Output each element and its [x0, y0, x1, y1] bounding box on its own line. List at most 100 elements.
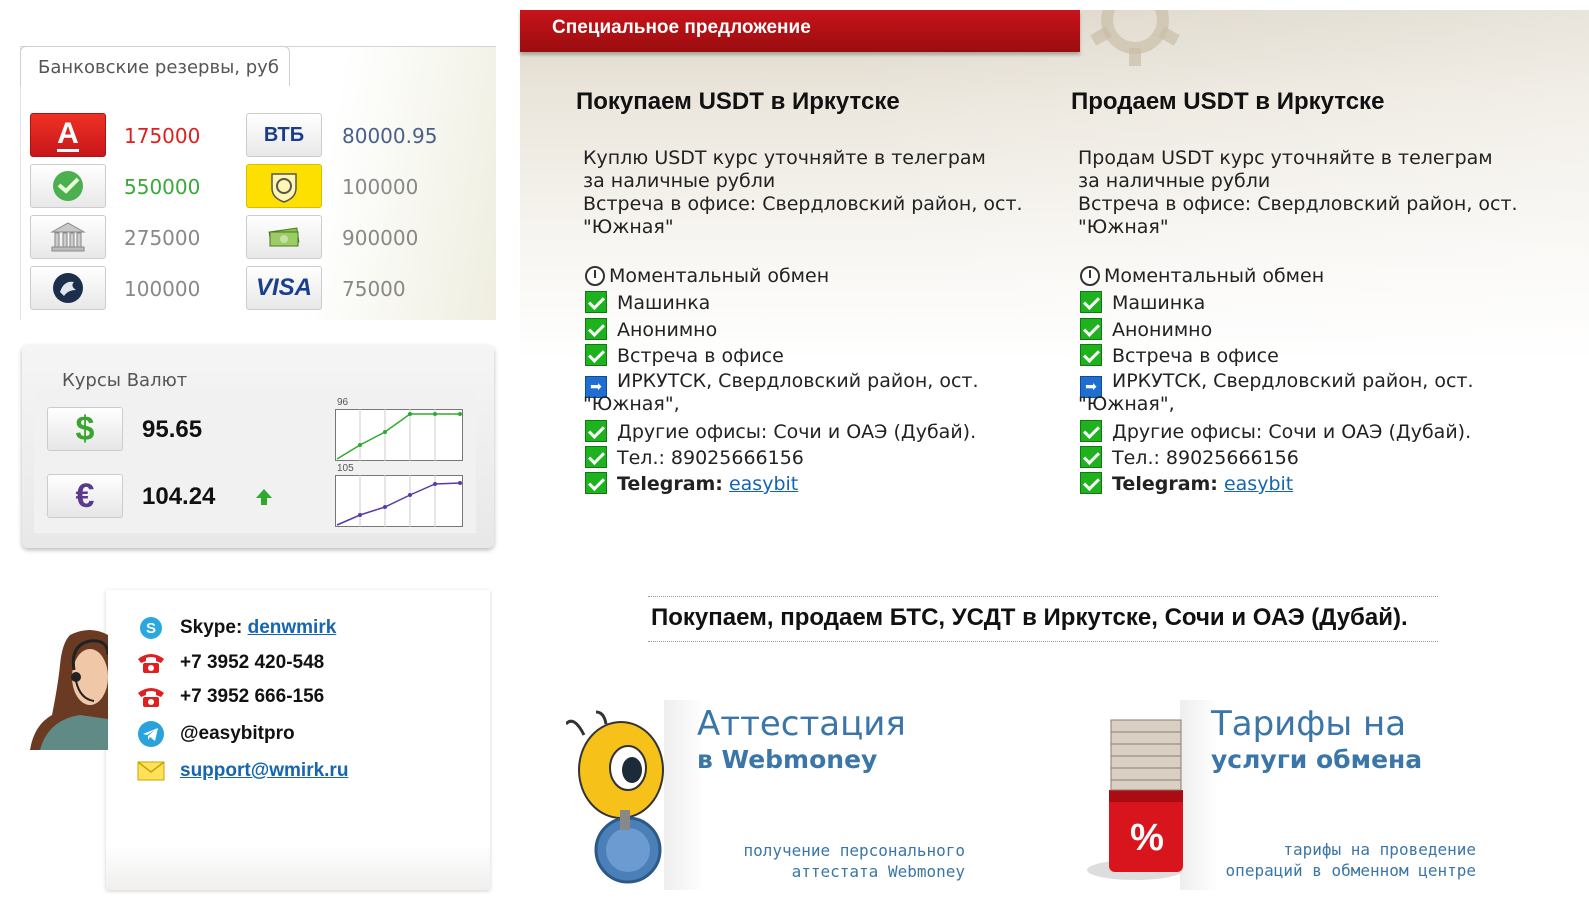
buy-usdt-description: Куплю USDT курс уточняйте в телеграм за …: [583, 147, 1023, 239]
bank-building-icon[interactable]: [30, 215, 106, 259]
phone-row-2: +7 3952 666-156: [136, 684, 324, 710]
check-icon: [585, 472, 607, 494]
feature-text: ИРКУТСК, Свердловский район, ост.: [617, 370, 979, 392]
eur-mini-chart: [335, 475, 463, 527]
email-link[interactable]: support@wmirk.ru: [180, 760, 348, 782]
skype-label: Skype:: [180, 617, 243, 638]
support-operator-image: [30, 615, 110, 750]
check-icon: [585, 291, 607, 313]
buy-feature-machine: Машинка: [585, 291, 710, 315]
check-icon: [1080, 344, 1102, 366]
usd-rate-value: 95.65: [142, 416, 203, 443]
sberbank-reserve: 550000: [124, 175, 201, 199]
skype-link[interactable]: denwmirk: [248, 617, 337, 639]
visa-icon[interactable]: VISA: [246, 266, 322, 310]
bank-reserves-title: Банковские резервы, руб: [38, 57, 279, 78]
slogan: Покупаем, продаем БТС, УСДТ в Иркутске, …: [651, 604, 1408, 631]
sell-feature-other-offices: Другие офисы: Сочи и ОАЭ (Дубай).: [1080, 420, 1471, 444]
phone-icon: [136, 650, 166, 676]
check-icon: [585, 344, 607, 366]
feature-text: Встреча в офисе: [1112, 345, 1279, 367]
sell-feature-telegram: Telegram: easybit: [1080, 472, 1293, 496]
buy-usdt-description-line: "Южная": [583, 216, 674, 238]
skype-row: S Skype: denwmirk: [136, 615, 336, 641]
phone-icon: [136, 684, 166, 710]
feature-text: Другие офисы: Сочи и ОАЭ (Дубай).: [617, 421, 977, 443]
usd-chart-label: 96: [337, 397, 349, 408]
sell-feature-anonymous: Анонимно: [1080, 318, 1212, 342]
telegram-link[interactable]: easybit: [729, 473, 798, 495]
skype-icon: S: [136, 615, 166, 641]
feature-text: Встреча в офисе: [617, 345, 784, 367]
feature-text: Моментальный обмен: [1104, 265, 1325, 287]
alfa-bank-reserve: 175000: [124, 124, 201, 148]
promo-caption-line: аттестата Webmoney: [791, 862, 965, 881]
russian-standard-reserve: 100000: [124, 277, 201, 301]
svg-text:S: S: [146, 620, 156, 637]
check-icon: [1080, 420, 1102, 442]
buy-instant-exchange: Моментальный обмен: [585, 265, 829, 288]
cash-icon[interactable]: [246, 215, 322, 259]
cash-reserve: 900000: [342, 226, 419, 250]
feature-text: Другие офисы: Сочи и ОАЭ (Дубай).: [1112, 421, 1472, 443]
alfa-bank-icon[interactable]: А: [30, 113, 106, 157]
feature-text: Тел.: 89025666156: [617, 447, 804, 469]
feature-text: ИРКУТСК, Свердловский район, ост.: [1112, 370, 1474, 392]
phone-number-2[interactable]: +7 3952 666-156: [180, 686, 324, 708]
check-icon: [1080, 318, 1102, 340]
telegram-handle[interactable]: @easybitpro: [180, 723, 295, 745]
vtb-icon[interactable]: ВТБ: [246, 113, 322, 157]
eur-chart-label: 105: [337, 463, 354, 474]
buy-feature-phone: Тел.: 89025666156: [585, 446, 804, 470]
sell-instant-exchange: Моментальный обмен: [1080, 265, 1324, 288]
promo-caption-line: операций в обменном центре: [1225, 861, 1476, 880]
feature-text: Анонимно: [1112, 319, 1213, 341]
gear-icon: [1080, 10, 1190, 70]
tinkoff-reserve: 100000: [342, 175, 419, 199]
tinkoff-icon[interactable]: [246, 164, 322, 208]
check-icon: [585, 420, 607, 442]
buy-usdt-description-line: Куплю USDT курс уточняйте в телеграм: [583, 147, 986, 169]
sell-usdt-description-line: за наличные рубли: [1078, 170, 1271, 192]
sell-usdt-description-line: "Южная": [1078, 216, 1169, 238]
special-offer-title: Специальное предложение: [552, 17, 811, 38]
check-icon: [585, 446, 607, 468]
tariffs-promo-caption: тарифы на проведение операций в обменном…: [1186, 839, 1476, 881]
russian-standard-icon[interactable]: [30, 266, 106, 310]
buy-feature-other-offices: Другие офисы: Сочи и ОАЭ (Дубай).: [585, 420, 976, 444]
phone-number-1[interactable]: +7 3952 420-548: [180, 652, 324, 674]
usd-mini-chart: [335, 409, 463, 461]
buy-feature-office: Встреча в офисе: [585, 344, 784, 368]
sell-usdt-description: Продам USDT курс уточняйте в телеграм за…: [1078, 147, 1518, 239]
check-icon: [1080, 446, 1102, 468]
webmoney-promo-subheading[interactable]: в Webmoney: [697, 745, 877, 774]
buy-usdt-description-line: за наличные рубли: [583, 170, 776, 192]
buy-feature-telegram: Telegram: easybit: [585, 472, 798, 496]
sberbank-icon[interactable]: [30, 164, 106, 208]
tariffs-promo-heading[interactable]: Тарифы на: [1211, 705, 1406, 743]
feature-text: Тел.: 89025666156: [1112, 447, 1299, 469]
webmoney-promo-heading[interactable]: Аттестация: [697, 705, 906, 743]
clock-icon: [585, 266, 605, 286]
promo-caption-line: получение персонального: [743, 841, 965, 860]
bank-building-reserve: 275000: [124, 226, 201, 250]
email-row: support@wmirk.ru: [136, 758, 348, 784]
check-icon: [1080, 291, 1102, 313]
tariffs-promo-subheading[interactable]: услуги обмена: [1211, 745, 1422, 774]
telegram-icon: [136, 721, 166, 747]
telegram-label: Telegram:: [1112, 473, 1218, 495]
sell-feature-address-line2: "Южная",: [1078, 393, 1175, 415]
euro-icon: €: [47, 474, 123, 518]
webmoney-promo-caption: получение персонального аттестата Webmon…: [700, 840, 965, 882]
webmoney-bee-icon: [564, 710, 666, 885]
phone-row-1: +7 3952 420-548: [136, 650, 324, 676]
sell-usdt-heading: Продаем USDT в Иркутске: [1071, 88, 1385, 115]
percent-money-icon: %: [1075, 700, 1183, 885]
currency-rates-title: Курсы Валют: [62, 370, 188, 391]
buy-usdt-description-line: Встреча в офисе: Свердловский район, ост…: [583, 193, 1023, 215]
telegram-link[interactable]: easybit: [1224, 473, 1293, 495]
telegram-row: @easybitpro: [136, 721, 295, 747]
vtb-reserve: 80000.95: [342, 124, 438, 148]
buy-usdt-heading: Покупаем USDT в Иркутске: [576, 88, 900, 115]
sell-feature-machine: Машинка: [1080, 291, 1205, 315]
